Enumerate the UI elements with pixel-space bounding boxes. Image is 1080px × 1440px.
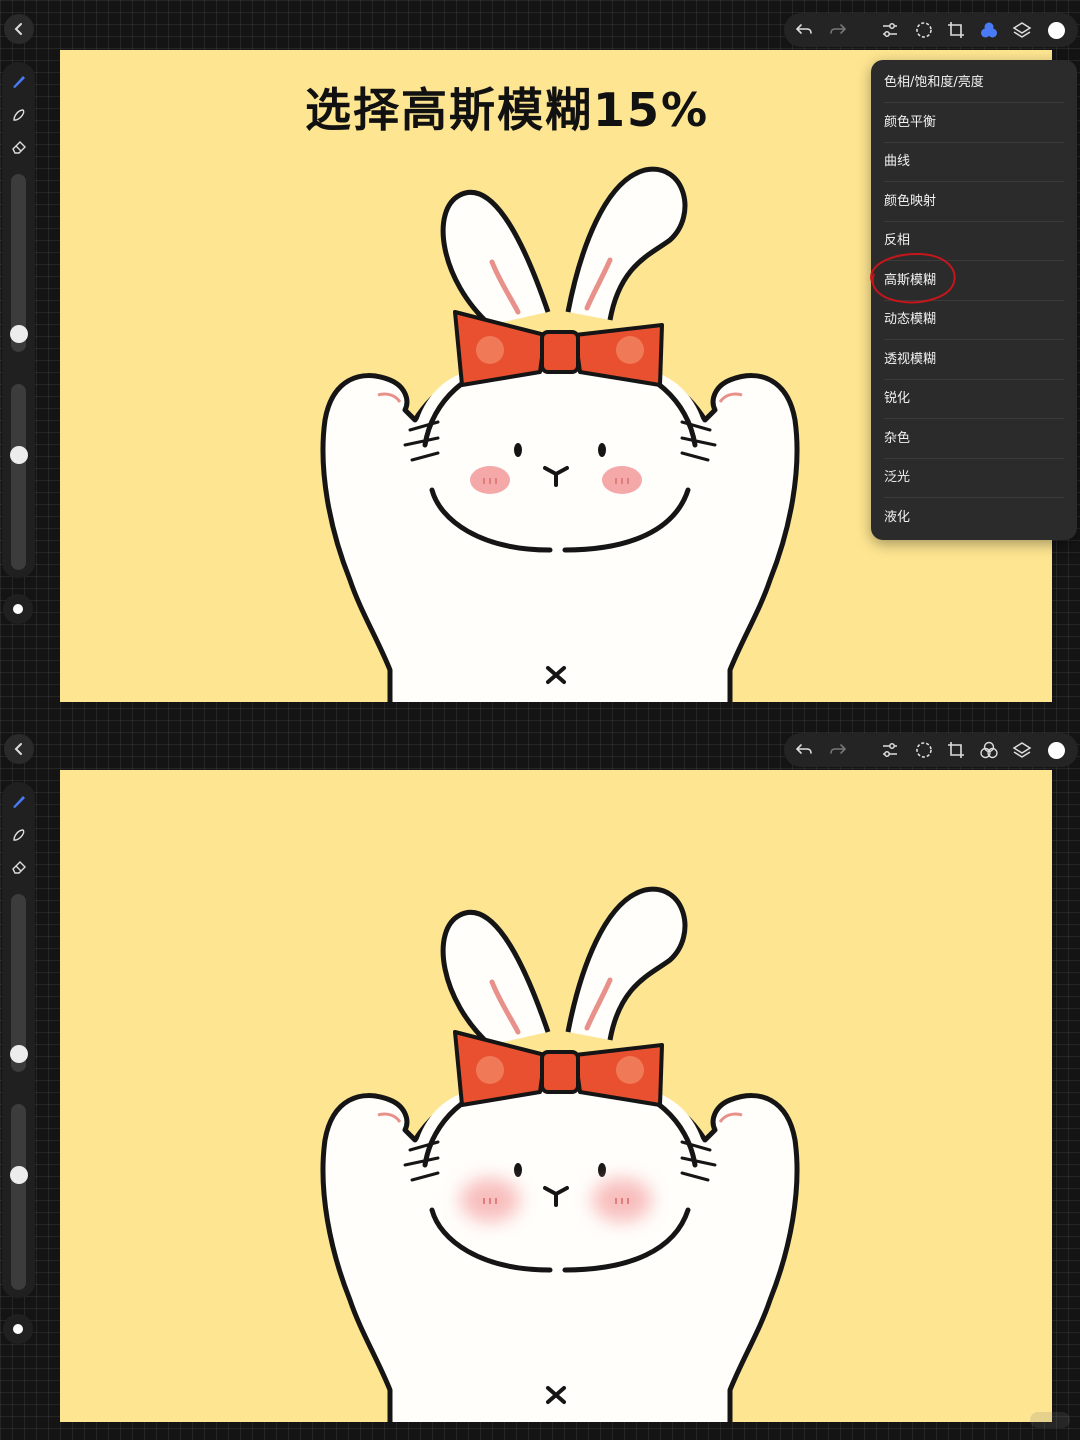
sidebar: [2, 782, 35, 1298]
back-button[interactable]: [4, 14, 34, 44]
chevron-left-icon: [14, 23, 22, 35]
menu-item-10[interactable]: 泛光: [871, 458, 1077, 497]
smudge-icon[interactable]: [8, 824, 30, 846]
undo-icon[interactable]: [792, 738, 816, 762]
highlight-circle: [870, 252, 956, 304]
brush-icon[interactable]: [8, 790, 30, 812]
layers-icon[interactable]: [1010, 738, 1034, 762]
menu-item-9[interactable]: 杂色: [871, 419, 1077, 458]
modify-button[interactable]: [3, 594, 33, 624]
color-swatch[interactable]: [1044, 738, 1068, 762]
panel-after: [0, 720, 1080, 1440]
opacity-knob[interactable]: [10, 446, 28, 464]
modify-button[interactable]: [3, 1314, 33, 1344]
transform-icon[interactable]: [944, 18, 968, 42]
opacity-slider[interactable]: [11, 384, 26, 570]
eraser-icon[interactable]: [8, 136, 30, 158]
color-icon[interactable]: [977, 18, 1001, 42]
brush-size-knob[interactable]: [10, 325, 28, 343]
menu-item-7[interactable]: 透视模糊: [871, 340, 1077, 379]
menu-item-11[interactable]: 液化: [871, 498, 1077, 537]
eraser-icon[interactable]: [8, 856, 30, 878]
redo-icon[interactable]: [826, 18, 850, 42]
opacity-knob[interactable]: [10, 1166, 28, 1184]
undo-icon[interactable]: [792, 18, 816, 42]
transform-icon[interactable]: [944, 738, 968, 762]
selection-icon[interactable]: [912, 738, 936, 762]
menu-item-3[interactable]: 颜色映射: [871, 182, 1077, 221]
panel-before: 选择高斯模糊15% 色相/饱和度/亮度 颜色平衡 曲线 颜色映射 反相 高斯模糊 动态模糊透…: [0, 0, 1080, 720]
color-swatch[interactable]: [1044, 18, 1068, 42]
menu-item-0[interactable]: 色相/饱和度/亮度: [871, 63, 1077, 102]
sidebar: [2, 62, 35, 578]
top-toolbar: [784, 733, 1078, 767]
watermark: [1030, 1412, 1070, 1428]
menu-item-1[interactable]: 颜色平衡: [871, 103, 1077, 142]
top-toolbar: [784, 13, 1078, 47]
opacity-slider[interactable]: [11, 1104, 26, 1290]
bunny-illustration-blurred: [60, 770, 1052, 1422]
color-icon[interactable]: [977, 738, 1001, 762]
selection-icon[interactable]: [912, 18, 936, 42]
menu-item-8[interactable]: 锐化: [871, 379, 1077, 418]
caption-text: 选择高斯模糊15%: [305, 83, 710, 137]
adjustments-icon[interactable]: [878, 738, 902, 762]
layers-icon[interactable]: [1010, 18, 1034, 42]
smudge-icon[interactable]: [8, 104, 30, 126]
menu-item-2[interactable]: 曲线: [871, 142, 1077, 181]
chevron-left-icon: [14, 743, 22, 755]
brush-icon[interactable]: [8, 70, 30, 92]
drawing-canvas[interactable]: [60, 770, 1052, 1422]
adjustments-icon[interactable]: [878, 18, 902, 42]
brush-size-knob[interactable]: [10, 1045, 28, 1063]
back-button[interactable]: [4, 734, 34, 764]
redo-icon[interactable]: [826, 738, 850, 762]
